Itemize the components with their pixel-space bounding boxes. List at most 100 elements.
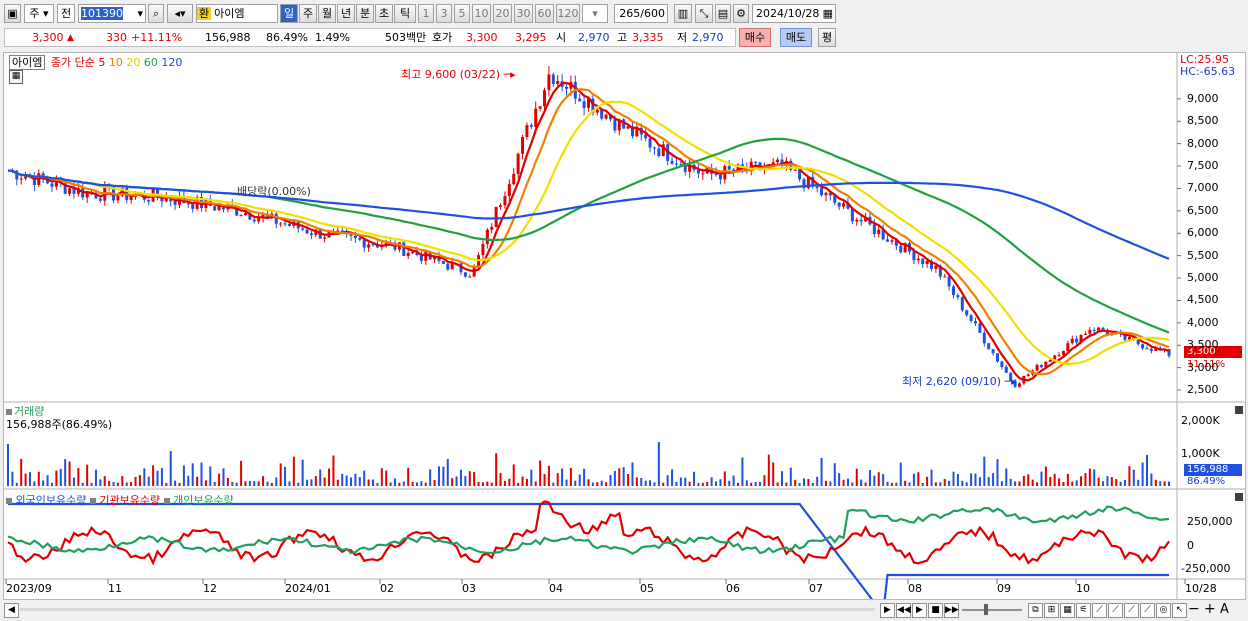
price-tick-label: 4,000 <box>1187 315 1219 329</box>
stock-label[interactable]: 아이엠 <box>9 55 46 70</box>
candle-body <box>820 188 824 196</box>
volume-bar <box>517 482 520 486</box>
data-count-input[interactable]: 265/600 <box>614 4 668 23</box>
candle-settings-icon[interactable]: ▥ <box>674 4 692 23</box>
calendar-icon[interactable]: ▦ <box>823 5 835 22</box>
trend-icon-2[interactable]: ⟋ <box>1108 603 1123 618</box>
layout-icon[interactable]: ▦ <box>1060 603 1075 618</box>
ma-120-label[interactable]: 120 <box>161 56 182 69</box>
interval-60-button[interactable]: 60 <box>535 4 554 23</box>
stop-icon[interactable]: ■ <box>928 603 943 618</box>
zoom-in-icon[interactable]: + <box>1204 601 1216 617</box>
volume-bar <box>1005 468 1008 486</box>
zoom-out-icon[interactable]: − <box>1188 601 1200 617</box>
volume-bar <box>1110 477 1113 486</box>
ma-5-label[interactable]: 5 <box>98 56 105 69</box>
sell-button[interactable]: 매도 <box>780 28 812 47</box>
buy-button[interactable]: 매수 <box>739 28 771 47</box>
play-icon[interactable]: ▶ <box>912 603 927 618</box>
rewind-icon[interactable]: ◀◀ <box>896 603 911 618</box>
volume-bar <box>741 457 744 486</box>
search-icon[interactable]: ⌕ <box>148 4 164 23</box>
chart-svg[interactable] <box>4 53 1245 599</box>
scroll-right-icon[interactable]: ▶ <box>880 603 895 618</box>
volume-bar <box>398 482 401 486</box>
volume-bar <box>622 467 625 486</box>
date-input[interactable]: 2024/10/28 ▦ <box>752 4 836 23</box>
ma-20-label[interactable]: 20 <box>126 56 140 69</box>
candle-body <box>872 224 876 235</box>
copy-icon[interactable]: ⧉ <box>1028 603 1043 618</box>
market-type-select[interactable]: 전 <box>57 4 75 23</box>
period-tick-button[interactable]: 틱 <box>394 4 416 23</box>
interval-30-button[interactable]: 30 <box>514 4 533 23</box>
bottom-scroll-bar: ◀ ▶ ◀◀ ▶ ■ ▶▶ ⧉ ⊞ ▦ ⚟ ⟋ ⟋ ⟋ ⟋ ◎ ↖ − + A <box>0 600 1248 621</box>
stock-code-input[interactable]: 101390 ▾ <box>78 4 146 23</box>
period-month-button[interactable]: 월 <box>318 4 336 23</box>
foreign-holdings-label[interactable]: 외국인보유수량 <box>16 494 87 507</box>
period-minute-button[interactable]: 분 <box>356 4 374 23</box>
volume-bar <box>306 479 309 486</box>
window-menu-icon[interactable]: ▣ <box>4 4 21 23</box>
volume-bar <box>363 470 366 486</box>
volume-bar <box>354 473 357 486</box>
ma-10-label[interactable]: 10 <box>109 56 123 69</box>
chart-area[interactable]: 아이엠 종가 단순 5 10 20 60 120 ▦ LC:25.95 HC:-… <box>3 52 1246 600</box>
average-button[interactable]: 평 <box>818 28 836 47</box>
fast-forward-icon[interactable]: ▶▶ <box>944 603 959 618</box>
draw-line-icon[interactable]: ⤡ <box>695 4 713 23</box>
volume-bar <box>1071 481 1074 486</box>
interval-3-button[interactable]: 3 <box>436 4 452 23</box>
candle-body <box>1088 329 1092 334</box>
interval-10-button[interactable]: 10 <box>472 4 491 23</box>
volume-bar <box>1097 477 1100 486</box>
zoom-slider-handle[interactable] <box>984 604 988 615</box>
volume-bar <box>767 454 770 486</box>
open-label: 시 <box>556 31 567 44</box>
volume-bar <box>763 475 766 486</box>
volume-panel-close-icon[interactable] <box>1235 406 1243 414</box>
save-icon[interactable]: ▤ <box>715 4 731 23</box>
indicator-icon[interactable]: ⚟ <box>1076 603 1091 618</box>
period-second-button[interactable]: 초 <box>375 4 393 23</box>
shape-icon[interactable]: ◎ <box>1156 603 1171 618</box>
individual-holdings-label[interactable]: 개인보유수량 <box>173 494 234 507</box>
custom-interval-select[interactable]: ▾ <box>582 4 608 23</box>
candle-body <box>1145 348 1149 350</box>
volume-bar <box>996 459 999 486</box>
pointer-icon[interactable]: ↖ <box>1172 603 1187 618</box>
ma-60-label[interactable]: 60 <box>144 56 158 69</box>
stock-name-field[interactable]: 환 아이엠 <box>196 4 278 23</box>
holdings-panel-close-icon[interactable] <box>1235 493 1243 501</box>
gear-icon[interactable]: ⚙ <box>733 4 749 23</box>
period-day-button[interactable]: 일 <box>280 4 298 23</box>
interval-20-button[interactable]: 20 <box>493 4 512 23</box>
trend-icon-3[interactable]: ⟋ <box>1124 603 1139 618</box>
font-size-icon[interactable]: A <box>1220 602 1229 617</box>
institution-holdings-label[interactable]: 기관보유수량 <box>99 494 160 507</box>
interval-5-button[interactable]: 5 <box>454 4 470 23</box>
period-week-button[interactable]: 주 <box>299 4 317 23</box>
volume-bar <box>68 461 71 486</box>
interval-1-button[interactable]: 1 <box>418 4 434 23</box>
candle-body <box>301 228 305 230</box>
interval-120-button[interactable]: 120 <box>556 4 580 23</box>
trend-icon-4[interactable]: ⟋ <box>1140 603 1155 618</box>
trend-icon-1[interactable]: ⟋ <box>1092 603 1107 618</box>
scroll-track[interactable] <box>20 608 875 611</box>
table-toggle-icon[interactable]: ▦ <box>9 70 23 84</box>
zoom-slider[interactable] <box>962 609 1022 611</box>
compare-icon[interactable]: ⊞ <box>1044 603 1059 618</box>
x-axis-label: 06 <box>726 582 740 595</box>
candle-body <box>481 244 485 256</box>
candle-body <box>98 198 102 201</box>
volume-bar <box>1115 479 1118 486</box>
scroll-left-icon[interactable]: ◀ <box>4 603 19 618</box>
period-year-button[interactable]: 년 <box>337 4 355 23</box>
volume-bar <box>72 477 75 486</box>
speaker-icon[interactable]: ◂▾ <box>167 4 193 23</box>
volume-bar <box>284 466 287 486</box>
volume-bar <box>569 468 572 486</box>
candle-body <box>987 343 991 350</box>
market-mode-select[interactable]: 주 ▾ <box>24 4 54 23</box>
